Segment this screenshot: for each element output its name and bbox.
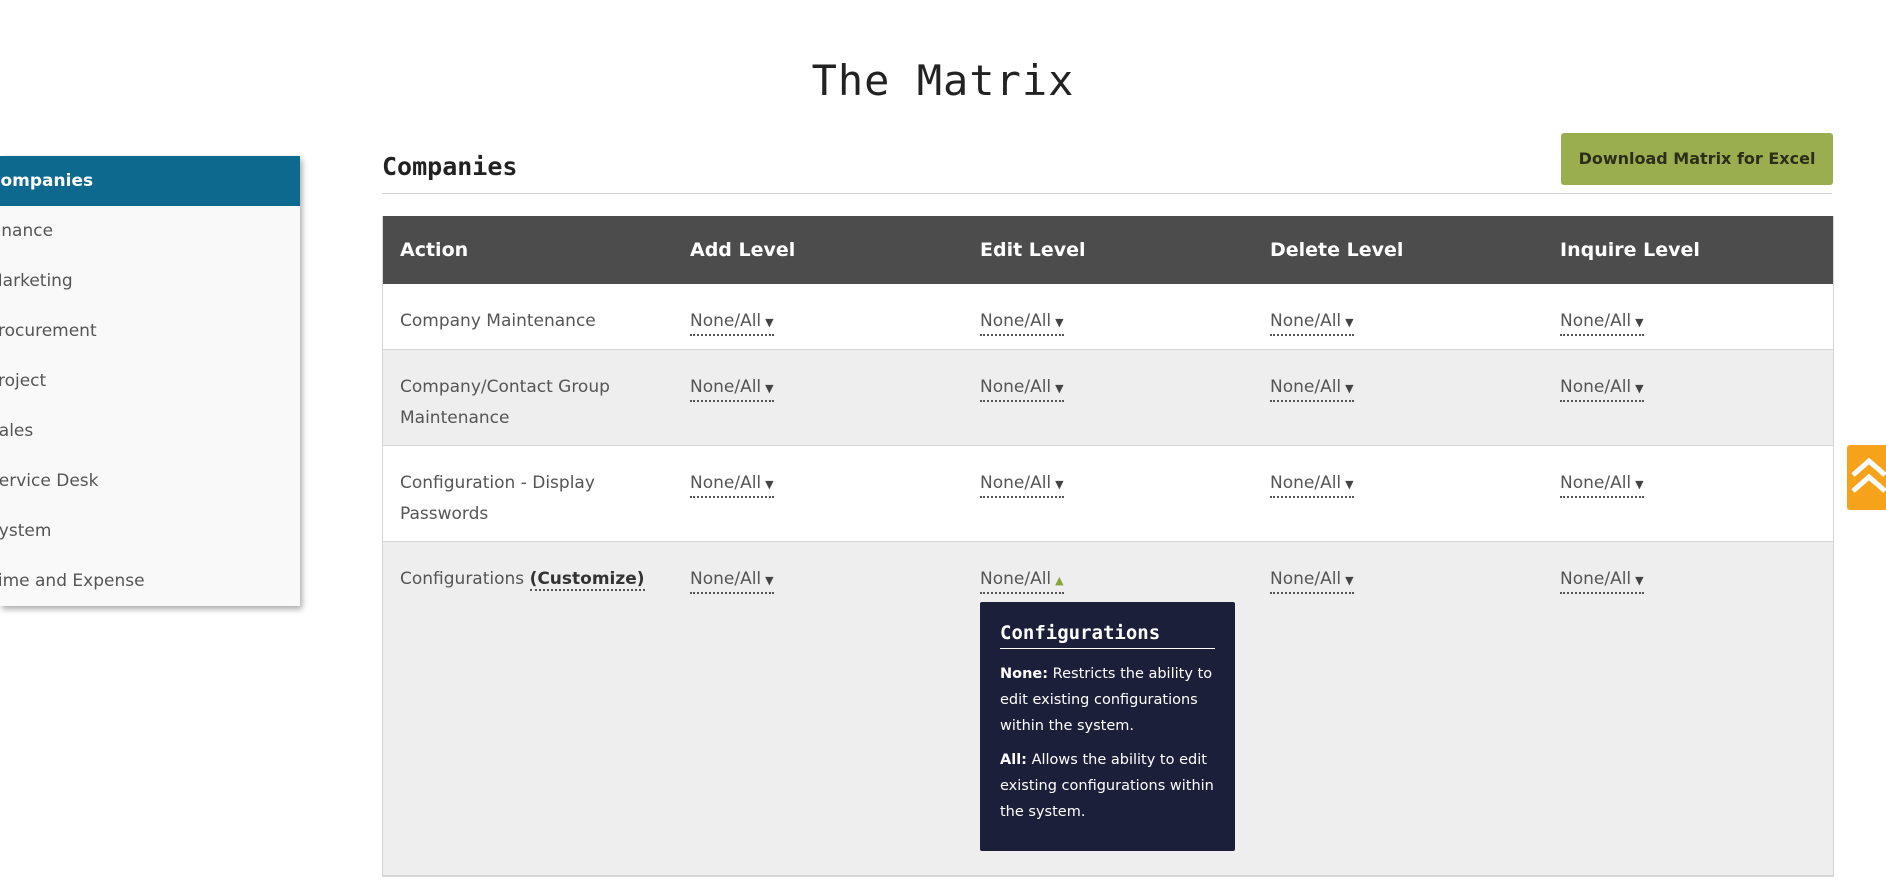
delete-level-select[interactable]: None/All ▼ [1270, 472, 1354, 498]
select-value: None/All [1560, 377, 1632, 397]
tooltip-none-label: None: [1000, 666, 1049, 682]
action-label: Company/Contact Group Maintenance [400, 377, 610, 428]
inquire-level-select[interactable]: None/All ▼ [1560, 568, 1644, 594]
select-value: None/All [1560, 473, 1632, 493]
chevron-down-icon: ▼ [765, 478, 774, 491]
tooltip-all-text: Allows the ability to edit existing conf… [1000, 752, 1214, 820]
add-level-select[interactable]: None/All ▼ [690, 472, 774, 498]
column-header-delete-level: Delete Level [1270, 239, 1404, 261]
tooltip-all-description: All: Allows the ability to edit existing… [1000, 747, 1215, 825]
select-value: None/All [1560, 569, 1632, 589]
page-title: The Matrix [811, 56, 1075, 105]
sidebar-nav: Companies Finance Marketing Procurement … [0, 156, 300, 606]
sidebar-item-marketing[interactable]: Marketing [0, 256, 300, 306]
column-header-action: Action [400, 239, 469, 261]
delete-level-select[interactable]: None/All ▼ [1270, 568, 1354, 594]
section-divider [382, 193, 1832, 194]
action-label: Configuration - Display Passwords [400, 473, 595, 524]
chevron-down-icon: ▼ [1635, 574, 1644, 587]
chevron-up-icon: ▲ [1055, 574, 1064, 587]
inquire-level-select[interactable]: None/All ▼ [1560, 472, 1644, 498]
chevron-down-icon: ▼ [765, 382, 774, 395]
sidebar-item-companies[interactable]: Companies [0, 156, 300, 206]
delete-level-select[interactable]: None/All ▼ [1270, 310, 1354, 336]
select-value: None/All [690, 377, 762, 397]
chevron-down-icon: ▼ [1345, 382, 1354, 395]
permission-matrix-table: Action Add Level Edit Level Delete Level… [382, 216, 1834, 877]
select-value: None/All [1270, 377, 1342, 397]
select-value: None/All [1270, 311, 1342, 331]
select-value: None/All [980, 569, 1052, 589]
inquire-level-select[interactable]: None/All ▼ [1560, 376, 1644, 402]
add-level-select[interactable]: None/All ▼ [690, 568, 774, 594]
sidebar-item-service-desk[interactable]: Service Desk [0, 456, 300, 506]
select-value: None/All [690, 569, 762, 589]
select-value: None/All [690, 311, 762, 331]
chevron-down-icon: ▼ [1635, 478, 1644, 491]
customize-link[interactable]: (Customize) [529, 569, 645, 591]
sidebar-item-label: System [0, 521, 52, 541]
sidebar-item-label: Marketing [0, 271, 73, 291]
column-header-add-level: Add Level [690, 239, 796, 261]
sidebar-item-label: Time and Expense [0, 571, 145, 591]
select-value: None/All [690, 473, 762, 493]
chevron-down-icon: ▼ [765, 574, 774, 587]
chevron-down-icon: ▼ [1635, 316, 1644, 329]
select-value: None/All [1560, 311, 1632, 331]
table-row: Configurations (Customize) None/All ▼ Non… [383, 542, 1833, 876]
sidebar-item-label: Procurement [0, 321, 97, 341]
table-header-row: Action Add Level Edit Level Delete Level… [383, 216, 1833, 284]
sidebar-item-label: Project [0, 371, 47, 391]
double-chevron-up-icon [1851, 457, 1886, 493]
sidebar-item-finance[interactable]: Finance [0, 206, 300, 256]
sidebar-item-system[interactable]: System [0, 506, 300, 556]
add-level-select[interactable]: None/All ▼ [690, 376, 774, 402]
chevron-down-icon: ▼ [1055, 316, 1064, 329]
add-level-select[interactable]: None/All ▼ [690, 310, 774, 336]
chevron-down-icon: ▼ [1055, 478, 1064, 491]
scroll-to-top-button[interactable] [1847, 445, 1886, 510]
action-cell: Configurations (Customize) [383, 542, 673, 875]
select-value: None/All [980, 377, 1052, 397]
edit-level-select[interactable]: None/All ▼ [980, 376, 1064, 402]
select-value: None/All [1270, 569, 1342, 589]
chevron-down-icon: ▼ [1345, 316, 1354, 329]
tooltip-none-description: None: Restricts the ability to edit exis… [1000, 661, 1215, 739]
sidebar-item-sales[interactable]: Sales [0, 406, 300, 456]
section-title: Companies [382, 152, 518, 181]
select-value: None/All [1270, 473, 1342, 493]
table-row: Configuration - Display Passwords None/A… [383, 446, 1833, 542]
chevron-down-icon: ▼ [1055, 382, 1064, 395]
column-header-edit-level: Edit Level [980, 239, 1086, 261]
download-matrix-button[interactable]: Download Matrix for Excel [1561, 133, 1833, 185]
chevron-down-icon: ▼ [1345, 478, 1354, 491]
tooltip-title: Configurations [1000, 622, 1215, 649]
sidebar-item-time-and-expense[interactable]: Time and Expense [0, 556, 300, 606]
select-value: None/All [980, 311, 1052, 331]
inquire-level-select[interactable]: None/All ▼ [1560, 310, 1644, 336]
chevron-down-icon: ▼ [765, 316, 774, 329]
sidebar-item-project[interactable]: Project [0, 356, 300, 406]
action-label: Company Maintenance [400, 311, 596, 331]
table-row: Company Maintenance None/All ▼ None/All ▼ … [383, 284, 1833, 350]
delete-level-select[interactable]: None/All ▼ [1270, 376, 1354, 402]
chevron-down-icon: ▼ [1345, 574, 1354, 587]
tooltip-all-label: All: [1000, 752, 1027, 768]
chevron-down-icon: ▼ [1635, 382, 1644, 395]
sidebar-item-label: Service Desk [0, 471, 99, 491]
column-header-inquire-level: Inquire Level [1560, 239, 1700, 261]
sidebar-item-label: Finance [0, 221, 54, 241]
table-row: Company/Contact Group Maintenance None/A… [383, 350, 1833, 446]
edit-level-select[interactable]: None/All ▼ [980, 310, 1064, 336]
edit-level-select[interactable]: None/All ▼ [980, 472, 1064, 498]
sidebar-item-label: Companies [0, 171, 94, 191]
action-label: Configurations [400, 569, 525, 589]
level-info-tooltip: Configurations None: Restricts the abili… [980, 602, 1235, 851]
sidebar-item-label: Sales [0, 421, 34, 441]
edit-level-select[interactable]: None/All ▲ [980, 568, 1064, 594]
select-value: None/All [980, 473, 1052, 493]
sidebar-item-procurement[interactable]: Procurement [0, 306, 300, 356]
